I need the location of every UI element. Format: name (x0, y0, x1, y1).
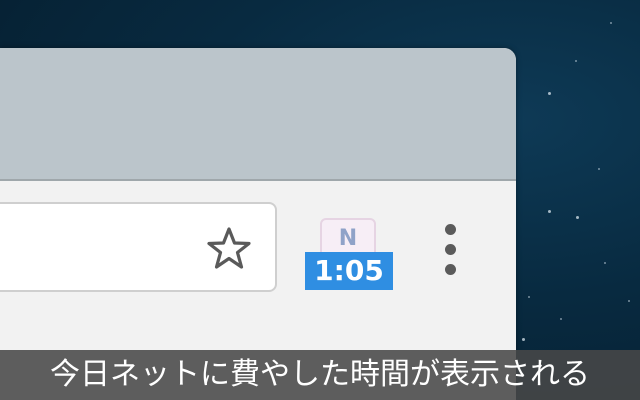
caption-subtitle: 今日ネットに費やした時間が表示される (0, 350, 640, 400)
wallpaper-star (576, 216, 579, 219)
wallpaper-star (560, 318, 562, 320)
time-tracker-extension-button[interactable]: N 1:05 (305, 216, 395, 292)
wallpaper-star (575, 60, 577, 62)
wallpaper-star (604, 262, 606, 264)
extension-time-badge: 1:05 (305, 252, 393, 290)
browser-menu-button[interactable] (436, 218, 466, 280)
star-outline-icon (207, 227, 251, 269)
vertical-dots-icon (445, 264, 456, 275)
wallpaper-star (598, 168, 600, 170)
wallpaper-star (548, 210, 551, 213)
wallpaper-star (628, 300, 630, 302)
wallpaper-star (610, 22, 612, 24)
browser-titlebar[interactable] (0, 48, 516, 181)
vertical-dots-icon (445, 244, 456, 255)
vertical-dots-icon (445, 224, 456, 235)
wallpaper-star (522, 338, 525, 341)
wallpaper-star (548, 92, 551, 95)
bookmark-star-button[interactable] (203, 223, 255, 275)
wallpaper-star (528, 296, 530, 298)
